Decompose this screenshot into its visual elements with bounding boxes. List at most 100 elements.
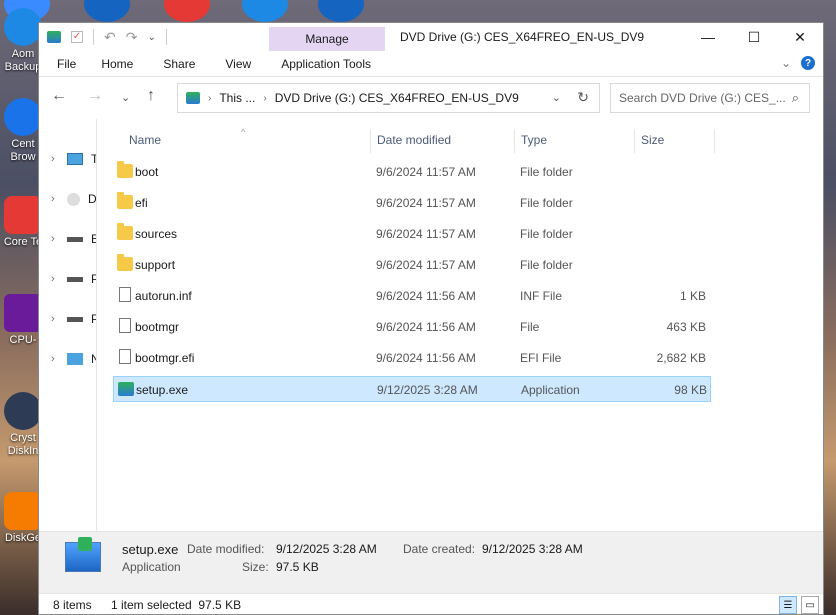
file-type: File folder <box>520 258 573 272</box>
file-row[interactable]: setup.exe 9/12/2025 3:28 AM Application 98 … <box>113 376 711 402</box>
expand-chevron-icon[interactable]: › <box>51 193 59 205</box>
details-date-modified-label: Date modified: <box>187 542 265 556</box>
file-name: efi <box>135 196 148 210</box>
drive-icon <box>47 31 61 43</box>
file-size: 463 KB <box>666 320 706 334</box>
desktop-top-icon-4[interactable] <box>242 0 288 22</box>
file-name: sources <box>135 227 178 241</box>
details-file-type: Application <box>122 560 181 574</box>
desktop-top-icon-2[interactable] <box>84 0 130 22</box>
file-name: bootmgr <box>135 320 180 334</box>
customize-toolbar-chevron-icon[interactable]: ⌄ <box>147 32 155 43</box>
folder-icon <box>117 192 133 209</box>
column-header-type[interactable]: Type <box>521 133 547 147</box>
tab-file[interactable]: File <box>39 51 86 77</box>
details-size-value: 97.5 KB <box>276 560 319 574</box>
tab-view[interactable]: View <box>210 51 266 77</box>
content-area: › T › D › E › P › P <box>39 119 823 531</box>
column-divider[interactable] <box>370 129 371 153</box>
column-headers: ^ Name Date modified Type Size <box>98 119 823 159</box>
expand-chevron-icon[interactable]: › <box>51 233 59 245</box>
recent-locations-chevron-icon[interactable]: ⌄ <box>121 91 130 104</box>
nav-item-network[interactable]: › N <box>51 349 96 369</box>
file-date-modified: 9/6/2024 11:56 AM <box>376 351 476 365</box>
file-row[interactable]: bootmgr.efi 9/6/2024 11:56 AM EFI File 2,68… <box>113 345 711 371</box>
disk-info-app-icon <box>4 392 42 430</box>
nav-item-label: D <box>88 192 97 206</box>
window-title: DVD Drive (G:) CES_X64FREO_EN-US_DV9 <box>400 30 645 44</box>
column-divider[interactable] <box>634 129 635 153</box>
tab-home[interactable]: Home <box>86 51 148 77</box>
column-header-size[interactable]: Size <box>641 133 664 147</box>
nav-item-drive-d[interactable]: › D <box>51 189 97 209</box>
tab-application-tools[interactable]: Application Tools <box>266 51 386 77</box>
column-divider[interactable] <box>514 129 515 153</box>
nav-item-label: T <box>91 152 96 166</box>
file-name: bootmgr.efi <box>135 351 195 365</box>
status-bar: 8 items 1 item selected 97.5 KB ☰ ▭ <box>39 593 823 615</box>
minimize-button[interactable]: — <box>685 23 731 51</box>
status-selection-info: 1 item selected 97.5 KB <box>111 598 242 612</box>
file-row[interactable]: boot 9/6/2024 11:57 AM File folder <box>113 159 711 185</box>
large-icons-view-icon[interactable]: ▭ <box>801 596 819 614</box>
refresh-icon[interactable]: ↻ <box>577 89 589 106</box>
file-explorer-window: ✓ ↶ ↷ ⌄ Manage DVD Drive (G:) CES_X64FRE… <box>38 22 824 615</box>
toolbar-separator <box>165 29 167 45</box>
nav-item-drive-p2[interactable]: › P <box>51 309 96 329</box>
expand-chevron-icon[interactable]: › <box>51 153 59 165</box>
properties-check-icon[interactable]: ✓ <box>71 31 83 43</box>
redo-icon[interactable]: ↷ <box>126 29 138 46</box>
drive-icon <box>186 92 200 104</box>
address-bar[interactable]: › This ... › DVD Drive (G:) CES_X64FREO_… <box>177 83 600 113</box>
close-button[interactable]: ✕ <box>777 23 823 51</box>
nav-item-label: P <box>91 272 96 286</box>
search-placeholder: Search DVD Drive (G:) CES_... <box>619 91 786 105</box>
up-arrow-icon[interactable]: ↑ <box>147 87 155 105</box>
address-history-chevron-icon[interactable]: ⌄ <box>552 91 561 104</box>
nav-item-drive-p1[interactable]: › P <box>51 269 96 289</box>
desktop-top-icon-5[interactable] <box>318 0 364 22</box>
maximize-button[interactable]: ☐ <box>731 23 777 51</box>
desktop-top-icon-3[interactable] <box>164 0 210 22</box>
undo-icon[interactable]: ↶ <box>104 29 116 46</box>
breadcrumb-separator-icon[interactable]: › <box>263 93 266 104</box>
breadcrumb-dvd-drive[interactable]: DVD Drive (G:) CES_X64FREO_EN-US_DV9 <box>275 91 519 105</box>
file-type: File folder <box>520 196 573 210</box>
column-divider[interactable] <box>714 129 715 153</box>
nav-item-label: N <box>91 352 96 366</box>
expand-chevron-icon[interactable]: › <box>51 353 59 365</box>
file-date-modified: 9/6/2024 11:56 AM <box>376 289 476 303</box>
file-row[interactable]: bootmgr 9/6/2024 11:56 AM File 463 KB <box>113 314 711 340</box>
toolbar-separator <box>93 29 94 45</box>
forward-arrow-icon[interactable]: → <box>87 87 103 105</box>
expand-ribbon-chevron-icon[interactable]: ⌄ <box>781 56 791 70</box>
back-arrow-icon[interactable]: ← <box>51 87 67 105</box>
tab-share[interactable]: Share <box>148 51 210 77</box>
breadcrumb-this-pc[interactable]: This ... <box>219 91 255 105</box>
manage-contextual-tab[interactable]: Manage <box>269 27 385 51</box>
expand-chevron-icon[interactable]: › <box>51 313 59 325</box>
column-header-date-modified[interactable]: Date modified <box>377 133 451 147</box>
nav-item-drive-e[interactable]: › E <box>51 229 96 249</box>
column-header-name[interactable]: Name <box>129 133 161 147</box>
file-date-modified: 9/6/2024 11:57 AM <box>376 227 476 241</box>
file-row[interactable]: support 9/6/2024 11:57 AM File folder <box>113 252 711 278</box>
file-name: setup.exe <box>136 383 189 397</box>
file-row[interactable]: sources 9/6/2024 11:57 AM File folder <box>113 221 711 247</box>
nav-item-this-pc[interactable]: › T <box>51 149 96 169</box>
search-icon[interactable]: ⌕ <box>792 90 799 106</box>
hard-drive-icon <box>67 236 83 242</box>
file-name: support <box>135 258 176 272</box>
details-view-icon[interactable]: ☰ <box>779 596 797 614</box>
file-row[interactable]: efi 9/6/2024 11:57 AM File folder <box>113 190 711 216</box>
help-icon[interactable]: ? <box>801 56 815 70</box>
details-date-modified-value: 9/12/2025 3:28 AM <box>276 542 377 556</box>
nav-item-label: P <box>91 312 96 326</box>
file-row[interactable]: autorun.inf 9/6/2024 11:56 AM INF File 1 KB <box>113 283 711 309</box>
file-date-modified: 9/6/2024 11:57 AM <box>376 258 476 272</box>
file-type: File <box>520 320 540 334</box>
expand-chevron-icon[interactable]: › <box>51 273 59 285</box>
file-date-modified: 9/12/2025 3:28 AM <box>377 383 478 397</box>
search-input[interactable]: Search DVD Drive (G:) CES_... ⌕ <box>610 83 810 113</box>
file-list: ^ Name Date modified Type Size boot 9/6/2… <box>98 119 823 531</box>
